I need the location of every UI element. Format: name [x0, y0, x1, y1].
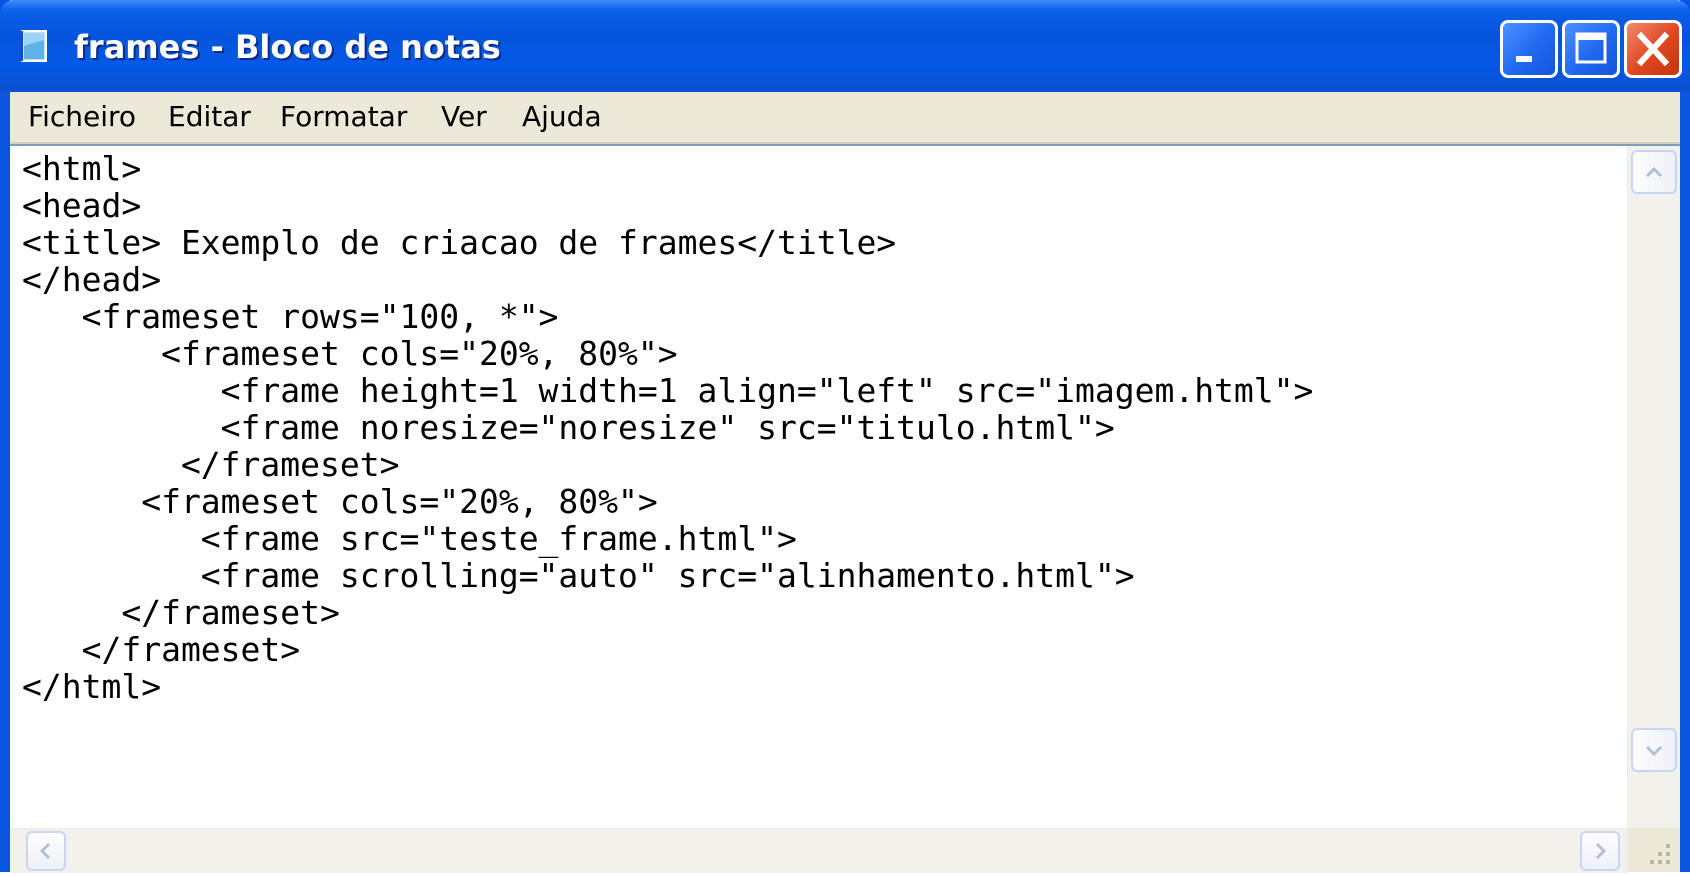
menu-editar[interactable]: Editar — [168, 100, 251, 133]
resize-grip-icon — [1650, 844, 1670, 864]
scroll-up-arrow-icon — [1645, 166, 1663, 178]
code-line: <frame height=1 width=1 align="left" src… — [22, 371, 1314, 410]
scroll-right-arrow-icon — [1595, 842, 1607, 860]
window-title: frames - Bloco de notas — [74, 28, 501, 66]
text-editor-area[interactable]: <html> <head> <title> Exemplo de criacao… — [10, 144, 1680, 828]
code-line: <frame scrolling="auto" src="alinhamento… — [22, 556, 1135, 595]
code-line: <frame noresize="noresize" src="titulo.h… — [22, 408, 1115, 447]
close-icon — [1636, 31, 1670, 67]
code-line: <frameset cols="20%, 80%"> — [22, 482, 658, 521]
menu-formatar[interactable]: Formatar — [280, 100, 407, 133]
minimize-button[interactable] — [1500, 20, 1558, 78]
scroll-left-arrow-icon — [39, 842, 51, 860]
code-line: </frameset> — [22, 445, 400, 484]
resize-grip[interactable] — [1628, 828, 1680, 872]
code-line: </html> — [22, 667, 162, 706]
menu-ver[interactable]: Ver — [441, 100, 487, 133]
code-line: <frame src="teste_frame.html"> — [22, 519, 797, 558]
scroll-up-button[interactable] — [1631, 150, 1677, 194]
scroll-left-button[interactable] — [26, 831, 66, 871]
minimize-icon — [1516, 56, 1532, 62]
scroll-down-arrow-icon — [1645, 745, 1663, 757]
scroll-right-button[interactable] — [1580, 831, 1620, 871]
code-line: <title> Exemplo de criacao de frames</ti… — [22, 223, 897, 262]
menu-bar: Ficheiro Editar Formatar Ver Ajuda — [10, 92, 1680, 144]
title-bar[interactable]: frames - Bloco de notas — [0, 0, 1690, 92]
menu-ajuda[interactable]: Ajuda — [522, 100, 602, 133]
code-line: <frameset cols="20%, 80%"> — [22, 334, 678, 373]
notepad-window: frames - Bloco de notas Ficheiro Editar … — [0, 0, 1690, 873]
code-line: <html> — [22, 149, 142, 188]
editor-text[interactable]: <html> <head> <title> Exemplo de criacao… — [22, 150, 1313, 705]
menu-ficheiro[interactable]: Ficheiro — [28, 100, 136, 133]
maximize-icon — [1575, 32, 1607, 64]
maximize-button[interactable] — [1562, 20, 1620, 78]
close-button[interactable] — [1624, 20, 1682, 78]
horizontal-scrollbar[interactable] — [10, 828, 1628, 873]
code-line: <frameset rows="100, *"> — [22, 297, 559, 336]
code-line: </head> — [22, 260, 162, 299]
notepad-icon[interactable] — [18, 28, 52, 64]
code-line: </frameset> — [22, 593, 340, 632]
code-line: <head> — [22, 186, 142, 225]
vertical-scrollbar[interactable] — [1627, 146, 1680, 828]
scroll-down-button[interactable] — [1631, 728, 1677, 772]
code-line: </frameset> — [22, 630, 301, 669]
